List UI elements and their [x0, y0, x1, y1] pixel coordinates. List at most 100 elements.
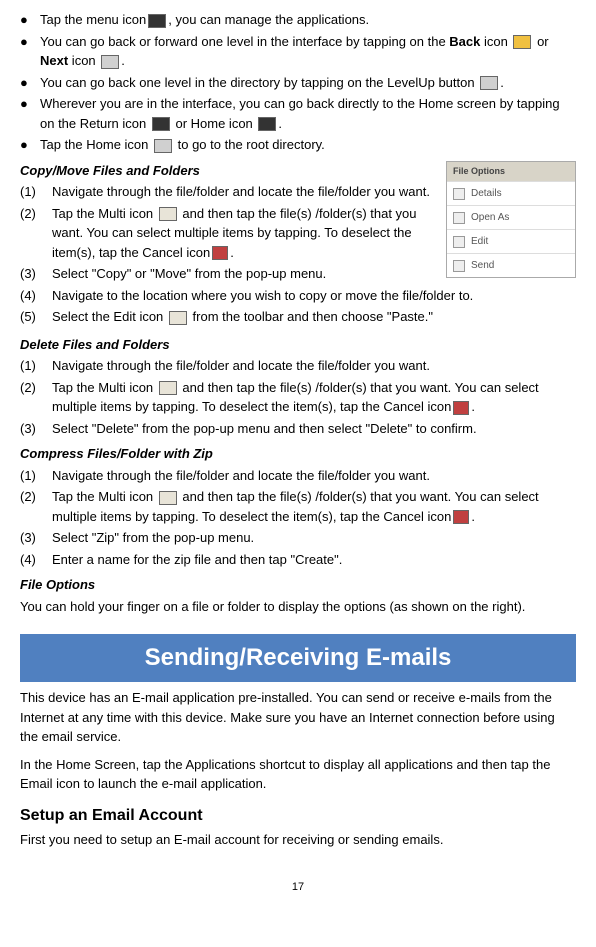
- item-number: (3): [20, 264, 52, 284]
- list-item: (3) Select "Copy" or "Move" from the pop…: [20, 264, 436, 284]
- popup-row: Edit: [447, 229, 575, 253]
- item-text: Navigate through the file/folder and loc…: [52, 356, 576, 376]
- email-section-banner: Sending/Receiving E-mails: [20, 634, 576, 682]
- bullet-marker: ●: [20, 10, 40, 30]
- list-item: (2) Tap the Multi icon and then tap the …: [20, 378, 576, 417]
- text: .: [121, 53, 125, 68]
- cancel-icon: [453, 510, 469, 524]
- text: .: [471, 399, 475, 414]
- bullet-content: Tap the Home icon to go to the root dire…: [40, 135, 576, 155]
- item-number: (5): [20, 307, 52, 327]
- bullet-item: ● Tap the Home icon to go to the root di…: [20, 135, 576, 155]
- text: or Home icon: [172, 116, 257, 131]
- text: to go to the root directory.: [174, 137, 325, 152]
- list-item: (4) Navigate to the location where you w…: [20, 286, 576, 306]
- file-options-heading: File Options: [20, 575, 576, 595]
- setup-email-text: First you need to setup an E-mail accoun…: [20, 830, 576, 850]
- item-number: (1): [20, 356, 52, 376]
- send-icon: [453, 260, 465, 272]
- item-text: Navigate through the file/folder and loc…: [52, 182, 436, 202]
- popup-row: Details: [447, 181, 575, 205]
- edit-toolbar-icon: [169, 311, 187, 325]
- cancel-icon: [453, 401, 469, 415]
- bullet-item: ● Wherever you are in the interface, you…: [20, 94, 576, 133]
- bullet-item: ● You can go back or forward one level i…: [20, 32, 576, 71]
- popup-row: Open As: [447, 205, 575, 229]
- file-options-popup-illustration: File Options Details Open As Edit Send: [446, 161, 576, 279]
- text: .: [471, 509, 475, 524]
- text: Select the Edit icon: [52, 309, 167, 324]
- text: Tap the menu icon: [40, 12, 146, 27]
- email-intro-text: This device has an E-mail application pr…: [20, 688, 576, 747]
- item-number: (4): [20, 286, 52, 306]
- item-number: (3): [20, 528, 52, 548]
- text: Tap the Multi icon: [52, 489, 157, 504]
- item-text: Tap the Multi icon and then tap the file…: [52, 487, 576, 526]
- text: .: [500, 75, 504, 90]
- return-icon: [152, 117, 170, 131]
- item-number: (1): [20, 182, 52, 202]
- text: Tap the Multi icon: [52, 206, 157, 221]
- item-text: Select the Edit icon from the toolbar an…: [52, 307, 576, 327]
- file-options-text: You can hold your finger on a file or fo…: [20, 597, 576, 617]
- item-number: (2): [20, 378, 52, 417]
- bullet-marker: ●: [20, 32, 40, 71]
- text: , you can manage the applications.: [168, 12, 369, 27]
- bullet-item: ● Tap the menu icon , you can manage the …: [20, 10, 576, 30]
- back-label: Back: [449, 34, 480, 49]
- popup-label: Send: [471, 258, 494, 273]
- text: icon: [68, 53, 99, 68]
- text: or: [533, 34, 548, 49]
- text: .: [278, 116, 282, 131]
- list-item: (3) Select "Delete" from the pop-up menu…: [20, 419, 576, 439]
- bullet-content: You can go back one level in the directo…: [40, 73, 576, 93]
- text: .: [230, 245, 234, 260]
- text: Tap the Multi icon: [52, 380, 157, 395]
- details-icon: [453, 188, 465, 200]
- text: Tap the Home icon: [40, 137, 152, 152]
- bullet-marker: ●: [20, 94, 40, 133]
- email-launch-text: In the Home Screen, tap the Applications…: [20, 755, 576, 794]
- home-dir-icon: [154, 139, 172, 153]
- list-item: (1) Navigate through the file/folder and…: [20, 182, 436, 202]
- item-text: Navigate to the location where you wish …: [52, 286, 576, 306]
- menu-icon: [148, 14, 166, 28]
- bullet-marker: ●: [20, 73, 40, 93]
- item-text: Enter a name for the zip file and then t…: [52, 550, 576, 570]
- item-number: (3): [20, 419, 52, 439]
- item-text: Tap the Multi icon and then tap the file…: [52, 204, 436, 263]
- text: You can go back or forward one level in …: [40, 34, 449, 49]
- item-number: (2): [20, 487, 52, 526]
- item-number: (2): [20, 204, 52, 263]
- list-item: (2) Tap the Multi icon and then tap the …: [20, 204, 436, 263]
- next-icon: [101, 55, 119, 69]
- list-item: (1) Navigate through the file/folder and…: [20, 356, 576, 376]
- popup-label: Open As: [471, 210, 509, 225]
- list-item: (2) Tap the Multi icon and then tap the …: [20, 487, 576, 526]
- list-item: (1) Navigate through the file/folder and…: [20, 466, 576, 486]
- list-item: (4) Enter a name for the zip file and th…: [20, 550, 576, 570]
- text: You can go back one level in the directo…: [40, 75, 478, 90]
- bullet-marker: ●: [20, 135, 40, 155]
- popup-label: Edit: [471, 234, 488, 249]
- item-number: (4): [20, 550, 52, 570]
- list-item: (5) Select the Edit icon from the toolba…: [20, 307, 576, 327]
- multi-icon: [159, 491, 177, 505]
- text: from the toolbar and then choose "Paste.…: [189, 309, 433, 324]
- bullet-content: Wherever you are in the interface, you c…: [40, 94, 576, 133]
- levelup-icon: [480, 76, 498, 90]
- bullet-list: ● Tap the menu icon , you can manage the …: [20, 10, 576, 155]
- setup-email-heading: Setup an Email Account: [20, 804, 576, 828]
- item-text: Select "Zip" from the pop-up menu.: [52, 528, 576, 548]
- item-text: Tap the Multi icon and then tap the file…: [52, 378, 576, 417]
- next-label: Next: [40, 53, 68, 68]
- bullet-content: Tap the menu icon , you can manage the ap…: [40, 10, 576, 30]
- edit-icon: [453, 236, 465, 248]
- openas-icon: [453, 212, 465, 224]
- item-text: Select "Delete" from the pop-up menu and…: [52, 419, 576, 439]
- popup-header: File Options: [447, 162, 575, 182]
- home-icon: [258, 117, 276, 131]
- item-text: Select "Copy" or "Move" from the pop-up …: [52, 264, 436, 284]
- page-number: 17: [20, 879, 576, 896]
- item-number: (1): [20, 466, 52, 486]
